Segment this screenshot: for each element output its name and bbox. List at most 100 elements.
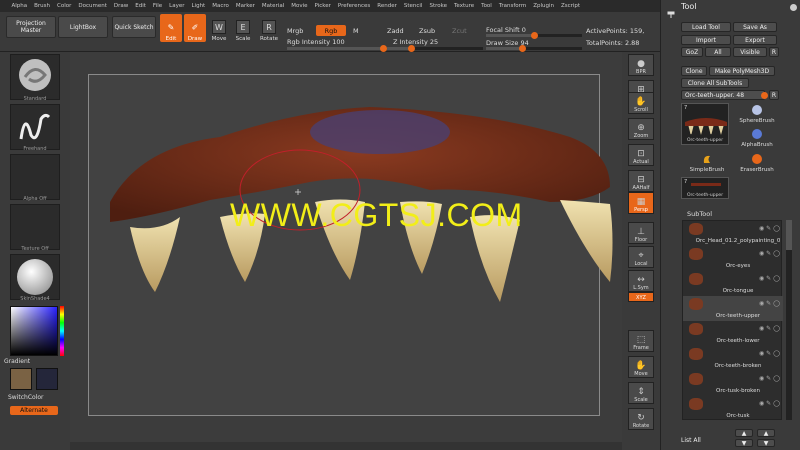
persp-button[interactable]: ▦ Persp — [628, 192, 654, 214]
bpr-button[interactable]: ● BPR — [628, 54, 654, 76]
hue-strip[interactable] — [60, 306, 64, 356]
draw-button[interactable]: ✐ Draw — [184, 14, 206, 42]
quick-sketch-button[interactable]: Quick Sketch — [112, 16, 156, 38]
menu-item-alpha[interactable]: Alpha — [8, 3, 31, 9]
subtool-row[interactable]: ◉ ✎ ◯ Orc_Head_01.2_polypainting_0 — [683, 221, 783, 246]
subtool-visibility-icon[interactable]: ◉ ✎ ◯ — [759, 350, 780, 357]
import-button[interactable]: Import — [681, 35, 731, 45]
gradient-label[interactable]: Gradient — [4, 358, 54, 365]
menu-item-marker[interactable]: Marker — [232, 3, 258, 9]
menu-item-texture[interactable]: Texture — [451, 3, 478, 9]
current-tool-slider[interactable]: Orc-teeth-upper. 48 — [681, 90, 765, 100]
simple-brush-tool[interactable]: SimpleBrush — [685, 153, 729, 173]
alpha-brush-tool[interactable]: AlphaBrush — [735, 128, 779, 148]
current-tool-thumbnail[interactable]: 7 Orc-teeth-upper — [681, 103, 729, 145]
r-button-2[interactable]: R — [769, 90, 779, 100]
rgb-intensity-slider[interactable] — [287, 45, 387, 52]
brush-thumbnail[interactable] — [10, 54, 60, 100]
menu-item-movie[interactable]: Movie — [288, 3, 311, 9]
menu-item-brush[interactable]: Brush — [31, 3, 54, 9]
subtool-visibility-icon[interactable]: ◉ ✎ ◯ — [759, 300, 780, 307]
mrgb-button[interactable]: Mrgb — [287, 27, 303, 35]
secondary-tool-thumbnail[interactable]: 7 Orc-teeth-upper — [681, 177, 729, 199]
draw-size-knob[interactable] — [518, 45, 526, 52]
save-as-button[interactable]: Save As — [733, 22, 777, 32]
subtool-visibility-icon[interactable]: ◉ ✎ ◯ — [759, 225, 780, 232]
document-canvas[interactable]: WWW.CGTSJ.COM — [70, 52, 622, 442]
actual-button[interactable]: ⊡ Actual — [628, 144, 654, 166]
m-button[interactable]: M — [353, 27, 359, 35]
zoom-button[interactable]: ⊕ Zoom — [628, 118, 654, 140]
subtool-row[interactable]: ◉ ✎ ◯ Orc-tusk-broken — [683, 371, 783, 396]
clone-button[interactable]: Clone — [681, 66, 707, 76]
switchcolor-button[interactable]: SwitchColor — [8, 394, 58, 401]
eraser-brush-tool[interactable]: EraserBrush — [735, 153, 779, 173]
main-color-swatch[interactable] — [10, 368, 32, 390]
orc-teeth-model[interactable] — [70, 52, 622, 442]
xyz-button[interactable]: XYZ — [628, 292, 654, 302]
move-top-button[interactable]: ▲ — [757, 429, 775, 437]
menu-item-edit[interactable]: Edit — [132, 3, 150, 9]
move-button[interactable]: ✋ Move — [628, 356, 654, 378]
menu-item-zplugin[interactable]: Zplugin — [530, 3, 558, 9]
l-sym-button[interactable]: ↔ L.Sym — [628, 270, 654, 292]
subtool-row[interactable]: ◉ ✎ ◯ Orc-teeth-lower — [683, 321, 783, 346]
goz-button[interactable]: GoZ — [681, 47, 703, 57]
focal-shift-knob[interactable] — [531, 32, 538, 39]
secondary-color-swatch[interactable] — [36, 368, 58, 390]
stroke-thumbnail[interactable] — [10, 104, 60, 150]
subtool-row[interactable]: ◉ ✎ ◯ Orc-teeth-upper — [683, 296, 783, 321]
scale-button[interactable]: E Scale — [232, 14, 254, 42]
z-intensity-slider[interactable] — [387, 45, 483, 52]
scroll-button[interactable]: ✋ Scroll — [628, 92, 654, 114]
r-button[interactable]: R — [769, 47, 779, 57]
menu-item-layer[interactable]: Layer — [166, 3, 188, 9]
subtool-scroll-thumb[interactable] — [786, 220, 792, 250]
frame-button[interactable]: ⬚ Frame — [628, 330, 654, 352]
move-button[interactable]: W Move — [208, 14, 230, 42]
rgb-button[interactable]: Rgb — [316, 25, 346, 36]
rgb-intensity-knob[interactable] — [380, 45, 387, 52]
subtool-visibility-icon[interactable]: ◉ ✎ ◯ — [759, 275, 780, 282]
menu-item-preferences[interactable]: Preferences — [334, 3, 373, 9]
texture-thumbnail[interactable] — [10, 204, 60, 250]
all-button[interactable]: All — [705, 47, 731, 57]
draw-size-slider[interactable] — [486, 45, 582, 52]
floor-button[interactable]: ⊥ Floor — [628, 222, 654, 244]
export-button[interactable]: Export — [733, 35, 777, 45]
menu-item-color[interactable]: Color — [54, 3, 75, 9]
menu-item-file[interactable]: File — [149, 3, 165, 9]
subtool-scrollbar[interactable] — [786, 220, 792, 420]
lightbox-button[interactable]: LightBox — [58, 16, 108, 38]
menu-item-light[interactable]: Light — [188, 3, 209, 9]
rotate-button[interactable]: R Rotate — [258, 14, 280, 42]
current-tool-knob[interactable] — [761, 92, 768, 99]
sphere-brush-tool[interactable]: SphereBrush — [735, 104, 779, 124]
move-up-button[interactable]: ▲ — [735, 429, 753, 437]
subtool-visibility-icon[interactable]: ◉ ✎ ◯ — [759, 375, 780, 382]
edit-button[interactable]: ✎ Edit — [160, 14, 182, 42]
projection-master-button[interactable]: Projection Master — [6, 16, 56, 38]
menu-item-render[interactable]: Render — [374, 3, 401, 9]
aahalf-button[interactable]: ⊟ AAHalf — [628, 170, 654, 192]
subtool-row[interactable]: ◉ ✎ ◯ Orc-teeth-broken — [683, 346, 783, 371]
clone-all-subtools-button[interactable]: Clone All SubTools — [681, 78, 749, 88]
menu-item-stroke[interactable]: Stroke — [426, 3, 451, 9]
zcut-button[interactable]: Zcut — [452, 27, 467, 35]
menu-item-zscript[interactable]: Zscript — [557, 3, 583, 9]
rotate-button[interactable]: ↻ Rotate — [628, 408, 654, 430]
menu-item-material[interactable]: Material — [258, 3, 287, 9]
scale-button[interactable]: ⇕ Scale — [628, 382, 654, 404]
subtool-visibility-icon[interactable]: ◉ ✎ ◯ — [759, 325, 780, 332]
menu-item-macro[interactable]: Macro — [209, 3, 233, 9]
load-tool-button[interactable]: Load Tool — [681, 22, 731, 32]
material-thumbnail[interactable] — [10, 254, 60, 300]
move-bottom-button[interactable]: ▼ — [757, 439, 775, 447]
subtool-row[interactable]: ◉ ✎ ◯ Orc-eyes — [683, 246, 783, 271]
menu-item-picker[interactable]: Picker — [311, 3, 334, 9]
zadd-button[interactable]: Zadd — [387, 27, 404, 35]
subtool-visibility-icon[interactable]: ◉ ✎ ◯ — [759, 250, 780, 257]
list-all-button[interactable]: List All — [681, 435, 721, 445]
move-down-button[interactable]: ▼ — [735, 439, 753, 447]
menu-item-stencil[interactable]: Stencil — [400, 3, 426, 9]
